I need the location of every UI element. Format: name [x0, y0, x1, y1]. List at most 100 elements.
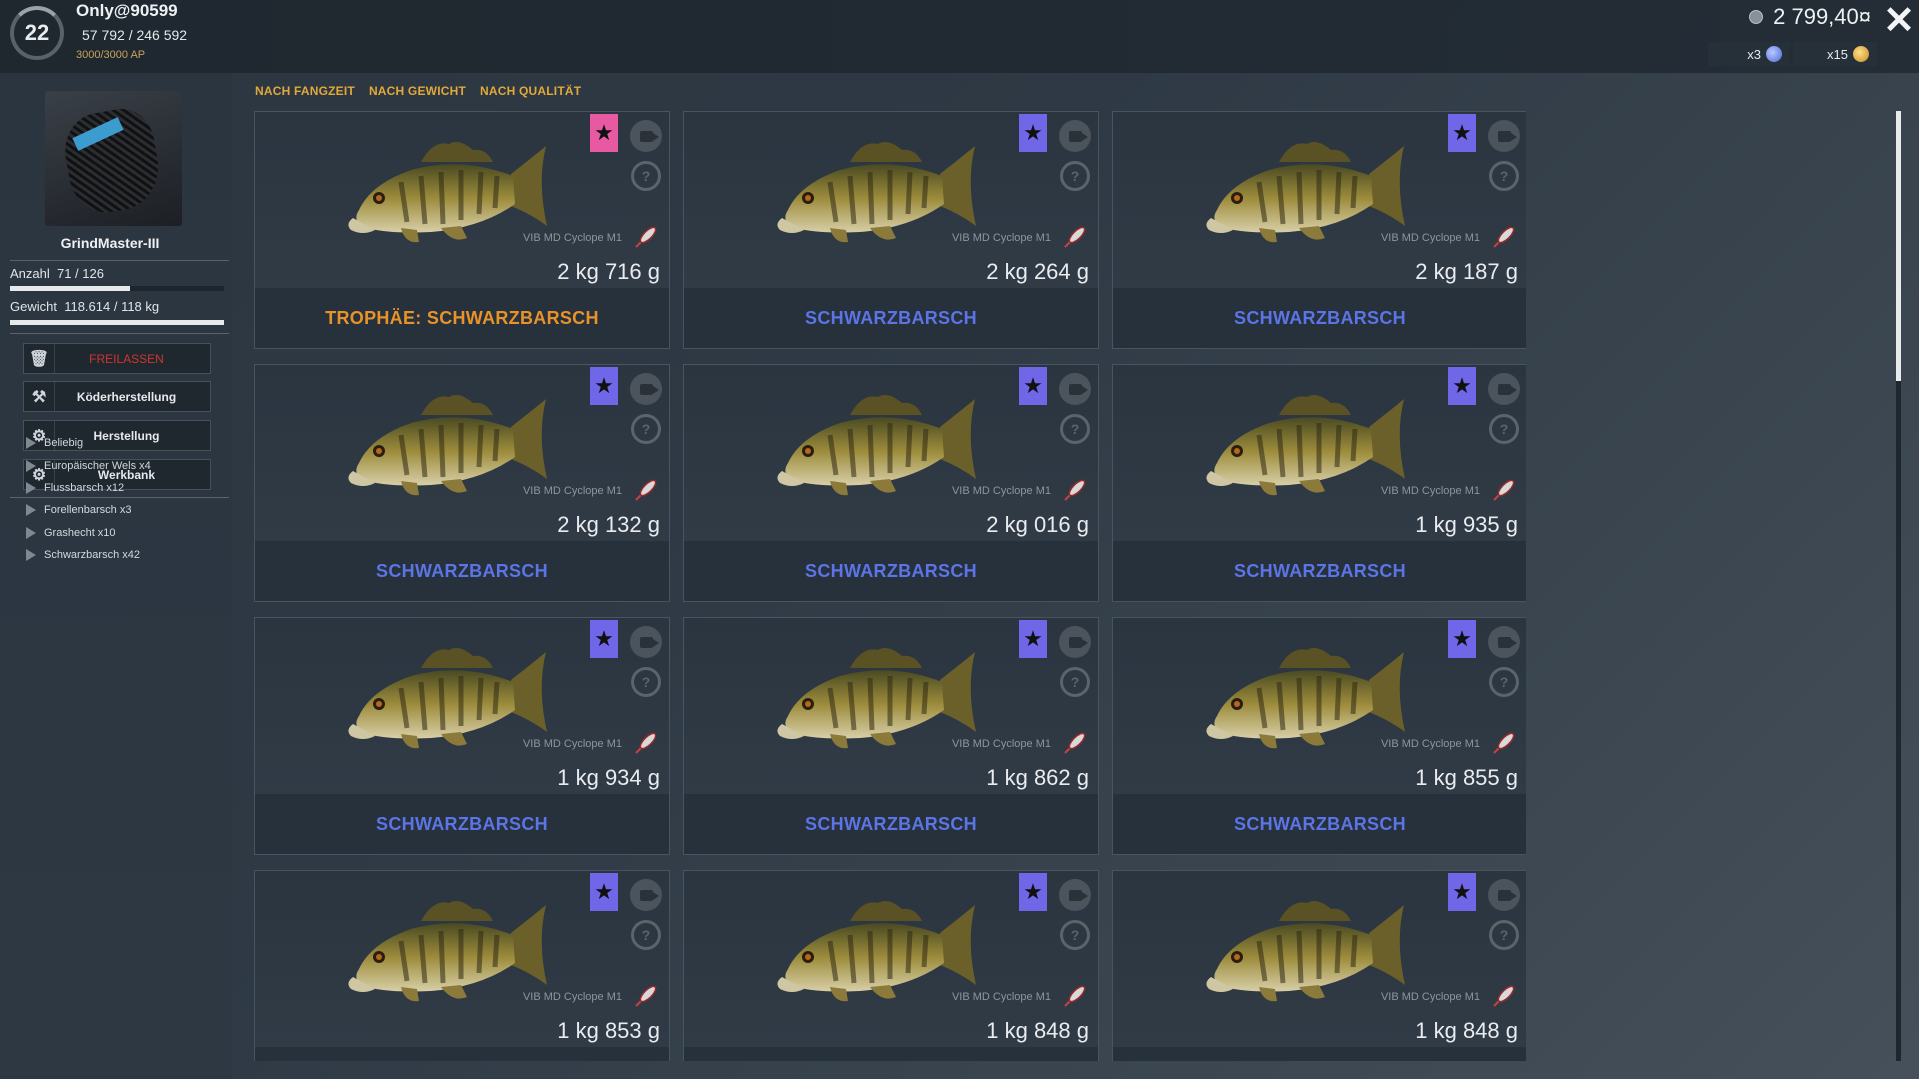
release-button[interactable]: 🗑 FREILASSEN — [23, 343, 211, 374]
fish-card[interactable]: ★? VIB MD Cyclope M1 2 kg 016 g SCHWARZBARS… — [683, 364, 1099, 602]
species-filter-item[interactable]: Beliebig — [26, 432, 151, 454]
fish-image — [348, 395, 547, 496]
star-icon[interactable]: ★ — [1448, 114, 1476, 152]
fish-image — [777, 648, 976, 749]
fish-card[interactable]: ★? VIB MD Cyclope M1 2 kg 187 g SCHWARZBARS… — [1112, 111, 1526, 349]
species-filter-item[interactable]: Europäischer Wels x4 — [26, 454, 151, 476]
fish-card[interactable]: ★? VIB MD Cyclope M1 2 kg 264 g SCHWARZBARS… — [683, 111, 1099, 349]
star-icon[interactable]: ★ — [1448, 367, 1476, 405]
scrollbar-thumb[interactable] — [1896, 111, 1901, 381]
location-pin-icon[interactable]: ? — [631, 667, 661, 697]
video-camera-icon[interactable] — [1059, 120, 1091, 152]
gold-coin-icon — [1853, 46, 1869, 62]
close-icon[interactable]: ✕ — [1883, 0, 1915, 43]
video-camera-icon[interactable] — [630, 626, 662, 658]
fish-weight: 1 kg 853 g — [557, 1018, 660, 1043]
money-balance: 2 799,40¤ — [1749, 4, 1871, 30]
count-value: 71 / 126 — [56, 266, 104, 281]
species-filter-label: Schwarzbarsch x42 — [44, 549, 140, 562]
location-pin-icon[interactable]: ? — [1489, 161, 1519, 191]
star-icon[interactable]: ★ — [1019, 367, 1047, 405]
video-camera-icon[interactable] — [1059, 626, 1091, 658]
star-icon[interactable]: ★ — [590, 114, 618, 152]
fish-weight: 2 kg 716 g — [557, 259, 660, 284]
lure-icon — [1493, 479, 1515, 501]
species-filter-item[interactable]: Schwarzbarsch x42 — [26, 544, 151, 566]
location-pin-icon[interactable]: ? — [631, 920, 661, 950]
star-icon[interactable]: ★ — [1448, 620, 1476, 658]
expand-triangle-icon — [26, 504, 36, 517]
lure-icon — [635, 732, 657, 754]
lure-name: VIB MD Cyclope M1 — [1380, 991, 1480, 1003]
location-pin-icon[interactable]: ? — [1489, 920, 1519, 950]
sort-by-quality-tab[interactable]: NACH QUALITÄT — [480, 84, 581, 98]
fish-card[interactable]: ★? VIB MD Cyclope M1 1 kg 848 g SCHWARZBARS… — [683, 870, 1099, 1061]
lure-name: VIB MD Cyclope M1 — [951, 991, 1051, 1003]
star-icon[interactable]: ★ — [590, 620, 618, 658]
count-progress-fill — [10, 286, 131, 291]
gold-coin-counter: x15 — [1793, 42, 1877, 66]
video-camera-icon[interactable] — [630, 879, 662, 911]
fish-card[interactable]: ★? VIB MD Cyclope M1 1 kg 935 g SCHWARZBARS… — [1112, 364, 1526, 602]
lure-crafting-button[interactable]: ⚒ Köderherstellung — [23, 381, 211, 412]
star-icon[interactable]: ★ — [1019, 873, 1047, 911]
lure-name: VIB MD Cyclope M1 — [522, 232, 622, 244]
lure-icon — [1064, 985, 1086, 1007]
location-pin-icon[interactable]: ? — [1489, 667, 1519, 697]
fish-species-name: TROPHÄE: SCHWARZBARSCH — [325, 307, 599, 328]
video-camera-icon[interactable] — [630, 373, 662, 405]
lure-name: VIB MD Cyclope M1 — [951, 232, 1051, 244]
star-icon[interactable]: ★ — [1448, 873, 1476, 911]
video-camera-icon[interactable] — [1488, 626, 1520, 658]
location-pin-icon[interactable]: ? — [1489, 414, 1519, 444]
location-pin-icon[interactable]: ? — [1060, 920, 1090, 950]
video-camera-icon[interactable] — [1059, 879, 1091, 911]
fish-card[interactable]: ★? VIB MD Cyclope M1 1 kg 853 g SCHWARZBARS… — [254, 870, 670, 1061]
fish-card[interactable]: ★? VIB MD Cyclope M1 2 kg 716 g TROPHÄE: SC… — [254, 111, 670, 349]
sort-by-weight-tab[interactable]: NACH GEWICHT — [369, 84, 466, 98]
location-pin-icon[interactable]: ? — [631, 414, 661, 444]
video-camera-icon[interactable] — [1488, 373, 1520, 405]
star-icon[interactable]: ★ — [590, 873, 618, 911]
fish-card[interactable]: ★? VIB MD Cyclope M1 1 kg 855 g SCHWARZBARS… — [1112, 617, 1526, 855]
video-camera-icon[interactable] — [1488, 120, 1520, 152]
species-filter-item[interactable]: Forellenbarsch x3 — [26, 499, 151, 521]
fish-weight: 1 kg 855 g — [1415, 765, 1518, 790]
fish-image — [777, 395, 976, 496]
lure-name: VIB MD Cyclope M1 — [951, 485, 1051, 497]
lure-icon — [1064, 479, 1086, 501]
star-icon[interactable]: ★ — [1019, 620, 1047, 658]
species-filter-item[interactable]: Grashecht x10 — [26, 522, 151, 544]
fish-weight: 2 kg 264 g — [986, 259, 1089, 284]
video-camera-icon[interactable] — [630, 120, 662, 152]
fish-species-name: SCHWARZBARSCH — [376, 813, 548, 834]
star-icon[interactable]: ★ — [1019, 114, 1047, 152]
fish-species-name: SCHWARZBARSCH — [255, 1047, 669, 1061]
username: Only@90599 — [76, 1, 178, 20]
lure-icon — [635, 985, 657, 1007]
location-pin-icon[interactable]: ? — [631, 161, 661, 191]
location-pin-icon[interactable]: ? — [1060, 414, 1090, 444]
fish-card[interactable]: ★? VIB MD Cyclope M1 2 kg 132 g SCHWARZBARS… — [254, 364, 670, 602]
lure-icon — [1493, 732, 1515, 754]
lure-name: VIB MD Cyclope M1 — [951, 738, 1051, 750]
fish-card[interactable]: ★? VIB MD Cyclope M1 1 kg 848 g SCHWARZBARS… — [1112, 870, 1526, 1061]
fish-weight: 2 kg 187 g — [1415, 259, 1518, 284]
video-camera-icon[interactable] — [1059, 373, 1091, 405]
lure-icon — [1064, 226, 1086, 248]
fish-image — [348, 142, 547, 243]
fish-card[interactable]: ★? VIB MD Cyclope M1 1 kg 862 g SCHWARZBARS… — [683, 617, 1099, 855]
video-camera-icon[interactable] — [1488, 879, 1520, 911]
lure-icon — [1493, 985, 1515, 1007]
lure-name: VIB MD Cyclope M1 — [1380, 738, 1480, 750]
star-icon[interactable]: ★ — [590, 367, 618, 405]
sort-by-catch-time-tab[interactable]: NACH FANGZEIT — [255, 84, 355, 98]
fish-image — [348, 648, 547, 749]
fish-grid: ★? VIB MD Cyclope M1 2 kg 716 g TROPHÄE: SC… — [254, 111, 1526, 1061]
location-pin-icon[interactable]: ? — [1060, 667, 1090, 697]
weight-stat: Gewicht 118.614 / 118 kg — [10, 299, 159, 314]
species-filter-label: Forellenbarsch x3 — [44, 504, 132, 517]
species-filter-item[interactable]: Flussbarsch x12 — [26, 477, 151, 499]
fish-card[interactable]: ★? VIB MD Cyclope M1 1 kg 934 g SCHWARZBARS… — [254, 617, 670, 855]
location-pin-icon[interactable]: ? — [1060, 161, 1090, 191]
